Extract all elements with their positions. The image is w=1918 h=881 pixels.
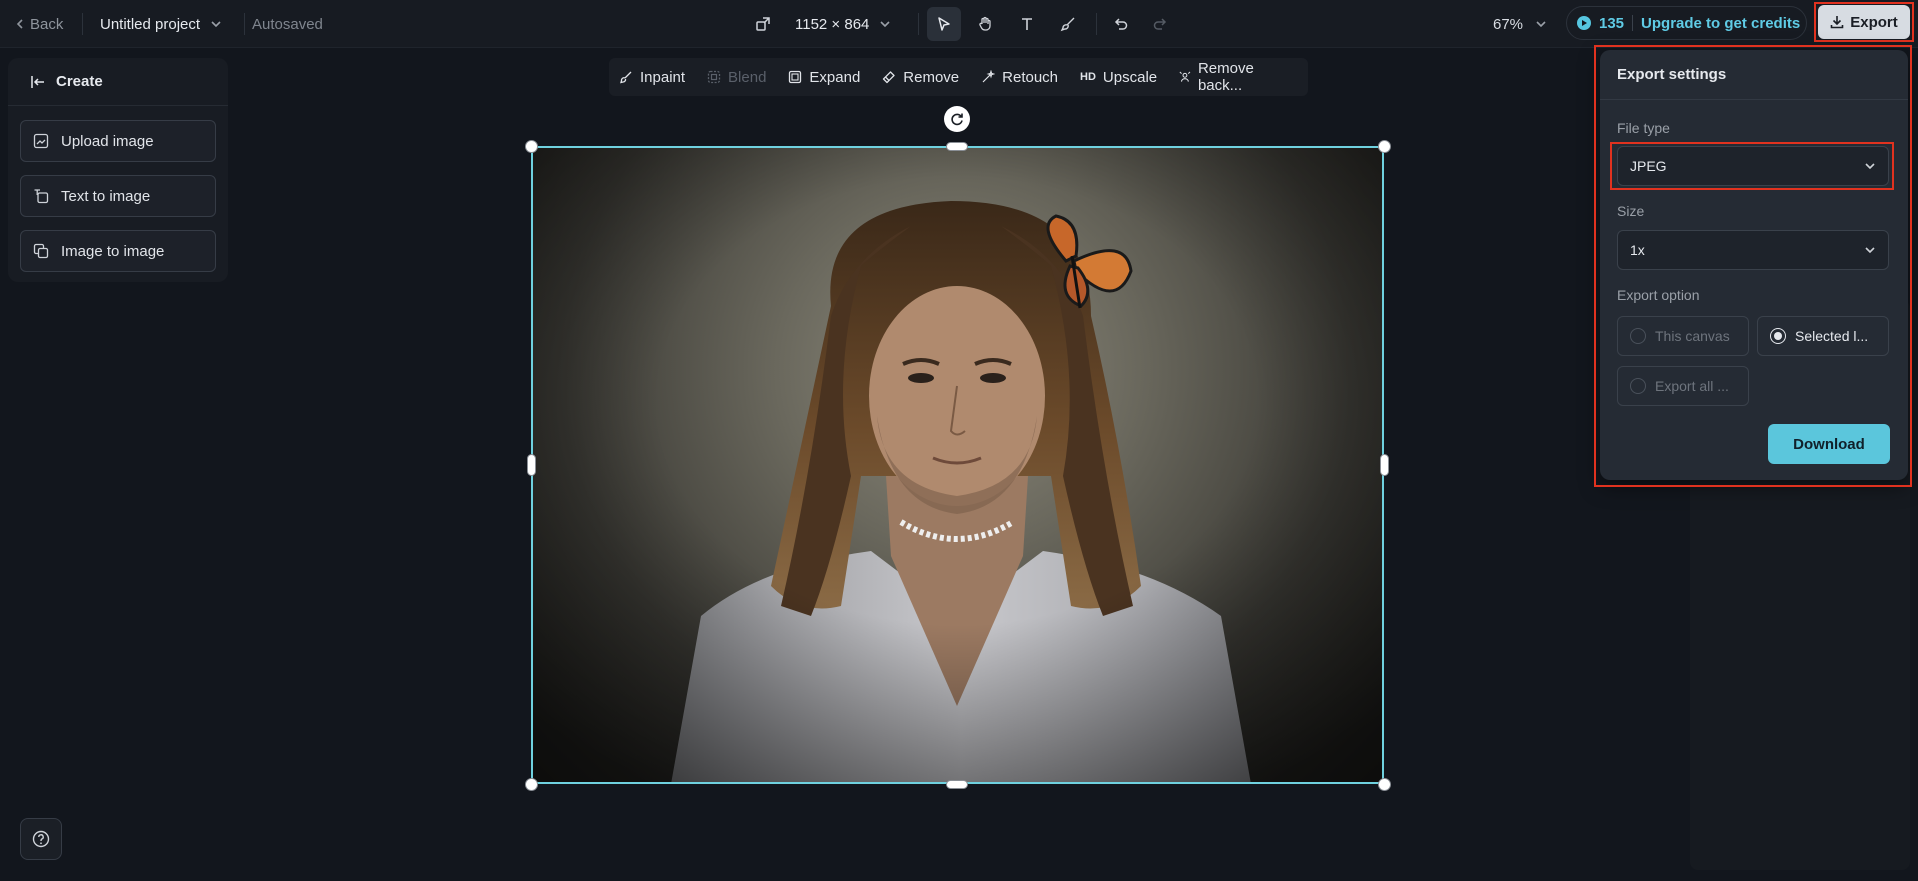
brush-icon (1060, 17, 1075, 32)
help-button[interactable] (20, 818, 62, 860)
undo-button[interactable] (1104, 7, 1138, 41)
credits-count: 135 (1599, 14, 1625, 32)
autosave-status: Autosaved (252, 15, 323, 33)
brush-tool[interactable] (1051, 7, 1085, 41)
blend-button[interactable]: Blend (707, 69, 766, 86)
resize-handle-left[interactable] (527, 454, 536, 476)
zoom-dropdown[interactable]: 67% (1493, 0, 1547, 48)
chevron-down-icon (880, 21, 890, 28)
credit-coin-icon (1577, 16, 1591, 30)
create-title: Create (56, 73, 103, 90)
text-tool[interactable] (1010, 7, 1044, 41)
hd-icon: HD (1080, 71, 1096, 83)
divider (1632, 15, 1634, 31)
resize-handle-bottom[interactable] (946, 780, 968, 789)
resize-handle-bottom-left[interactable] (525, 778, 538, 791)
upload-image-label: Upload image (61, 132, 154, 150)
collapse-left-icon (31, 75, 44, 88)
upscale-label: Upscale (1102, 68, 1158, 86)
resize-handle-top-left[interactable] (525, 140, 538, 153)
zoom-level: 67% (1493, 15, 1524, 33)
undo-icon (1114, 18, 1128, 30)
text-icon (1022, 18, 1032, 30)
divider (1096, 13, 1097, 35)
upload-image-icon (33, 133, 49, 149)
remove-button[interactable]: Remove (882, 69, 959, 86)
redo-icon (1153, 18, 1167, 30)
remove-background-button[interactable]: Remove back... (1179, 60, 1286, 94)
expand-icon (789, 70, 802, 84)
rotate-icon (951, 113, 963, 126)
resize-handle-bottom-right[interactable] (1378, 778, 1391, 791)
create-header[interactable]: Create (8, 58, 228, 106)
chevron-down-icon (1536, 21, 1546, 28)
retouch-icon (982, 70, 996, 83)
remove-background-label: Remove back... (1197, 60, 1254, 94)
canvas-image[interactable] (531, 146, 1384, 784)
divider (918, 13, 919, 35)
blend-label: Blend (728, 68, 767, 86)
image-to-image-button[interactable]: Image to image (20, 230, 216, 272)
project-name: Untitled project (100, 15, 201, 33)
edit-toolbar: Inpaint Blend Expand Remove Retouch HD U… (609, 58, 1308, 96)
project-name-dropdown[interactable]: Untitled project (100, 0, 222, 48)
image-to-image-icon (33, 243, 49, 259)
resize-canvas-button[interactable] (755, 0, 771, 48)
divider (244, 13, 245, 35)
highlight-box (1814, 2, 1914, 42)
retouch-button[interactable]: Retouch (981, 69, 1058, 86)
text-to-image-icon (34, 189, 49, 204)
text-to-image-label: Text to image (61, 187, 151, 205)
credits-pill[interactable]: 135 Upgrade to get credits (1566, 6, 1807, 40)
hand-icon (979, 16, 991, 31)
blend-icon (707, 70, 721, 84)
portrait-photo (531, 146, 1384, 784)
back-label: Back (30, 15, 64, 33)
resize-handle-top-right[interactable] (1378, 140, 1391, 153)
resize-icon (756, 17, 770, 31)
retouch-label: Retouch (1002, 68, 1059, 86)
inpaint-button[interactable]: Inpaint (619, 69, 685, 86)
highlight-box (1594, 45, 1912, 487)
chevron-down-icon (211, 21, 221, 28)
resize-handle-top[interactable] (946, 142, 968, 151)
highlight-box (1610, 142, 1894, 190)
expand-button[interactable]: Expand (788, 69, 860, 86)
canvas-size-dropdown[interactable]: 1152 × 864 (795, 0, 891, 48)
upscale-button[interactable]: HD Upscale (1080, 69, 1157, 86)
back-button[interactable]: Back (14, 0, 63, 48)
image-to-image-label: Image to image (61, 242, 165, 260)
help-icon (32, 830, 50, 848)
remove-label: Remove (903, 68, 960, 86)
select-tool[interactable] (927, 7, 961, 41)
create-panel: Create Upload image Text to image Image … (8, 58, 228, 282)
cursor-arrow-icon (938, 17, 950, 31)
text-to-image-button[interactable]: Text to image (20, 175, 216, 217)
hand-tool[interactable] (968, 7, 1002, 41)
inpaint-icon (620, 71, 632, 84)
upload-image-button[interactable]: Upload image (20, 120, 216, 162)
redo-button[interactable] (1143, 7, 1177, 41)
divider (82, 13, 83, 35)
resize-handle-right[interactable] (1380, 454, 1389, 476)
rotate-handle[interactable] (944, 106, 970, 132)
canvas-size: 1152 × 864 (795, 15, 870, 33)
remove-background-icon (1179, 71, 1191, 82)
upgrade-link[interactable]: Upgrade to get credits (1641, 15, 1800, 32)
expand-label: Expand (809, 68, 861, 86)
eraser-icon (883, 71, 895, 84)
chevron-left-icon (16, 19, 23, 29)
inpaint-label: Inpaint (640, 68, 686, 86)
top-bar: Back Untitled project Autosaved 1152 × 8… (0, 0, 1918, 48)
